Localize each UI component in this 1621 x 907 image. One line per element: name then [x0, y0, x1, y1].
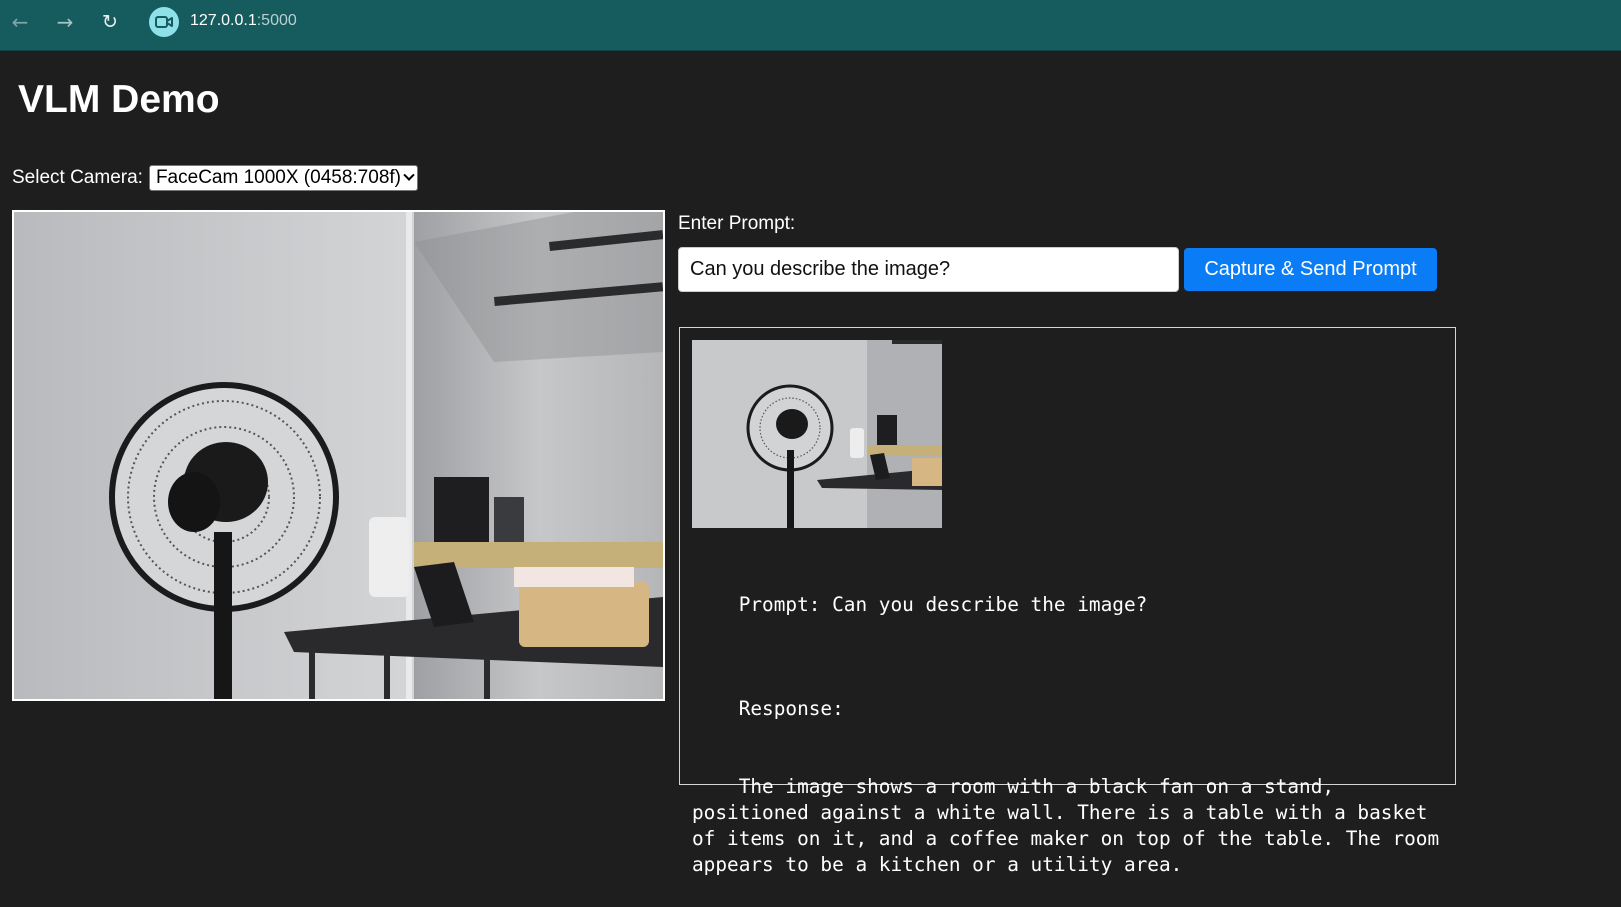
url-port: :5000 [256, 12, 297, 29]
camera-select[interactable]: FaceCam 1000X (0458:708f) [148, 165, 418, 191]
chevron-down-icon [403, 169, 415, 181]
arrow-right-icon[interactable]: → [52, 9, 78, 35]
response-body: The image shows a room with a black fan … [692, 775, 1451, 876]
prompt-label: Enter Prompt: [678, 213, 796, 234]
browser-toolbar: ← → ↻ 127.0.0.1:5000 [0, 0, 1621, 51]
captured-image-thumbnail [692, 340, 942, 528]
response-panel: Prompt: Can you describe the image? Resp… [679, 327, 1456, 876]
page-title: VLM Demo [18, 78, 220, 121]
prompt-echo: Prompt: Can you describe the image? [738, 593, 1148, 616]
camera-video-feed [12, 210, 665, 701]
response-output: Prompt: Can you describe the image? Resp… [692, 566, 1444, 904]
video-camera-icon[interactable] [149, 7, 179, 37]
arrow-left-icon[interactable]: ← [7, 9, 33, 35]
camera-selector-row: Select Camera: FaceCam 1000X (0458:708f) [12, 165, 418, 191]
response-label: Response: [738, 697, 844, 720]
reload-icon[interactable]: ↻ [97, 9, 123, 35]
camera-label: Select Camera: [12, 167, 143, 188]
capture-send-button[interactable]: Capture & Send Prompt [1184, 248, 1437, 291]
url-host: 127.0.0.1 [190, 12, 257, 29]
address-bar[interactable]: 127.0.0.1:5000 [190, 12, 297, 30]
prompt-input[interactable]: Can you describe the image? [678, 247, 1179, 292]
camera-selected-value: FaceCam 1000X (0458:708f) [155, 167, 401, 188]
